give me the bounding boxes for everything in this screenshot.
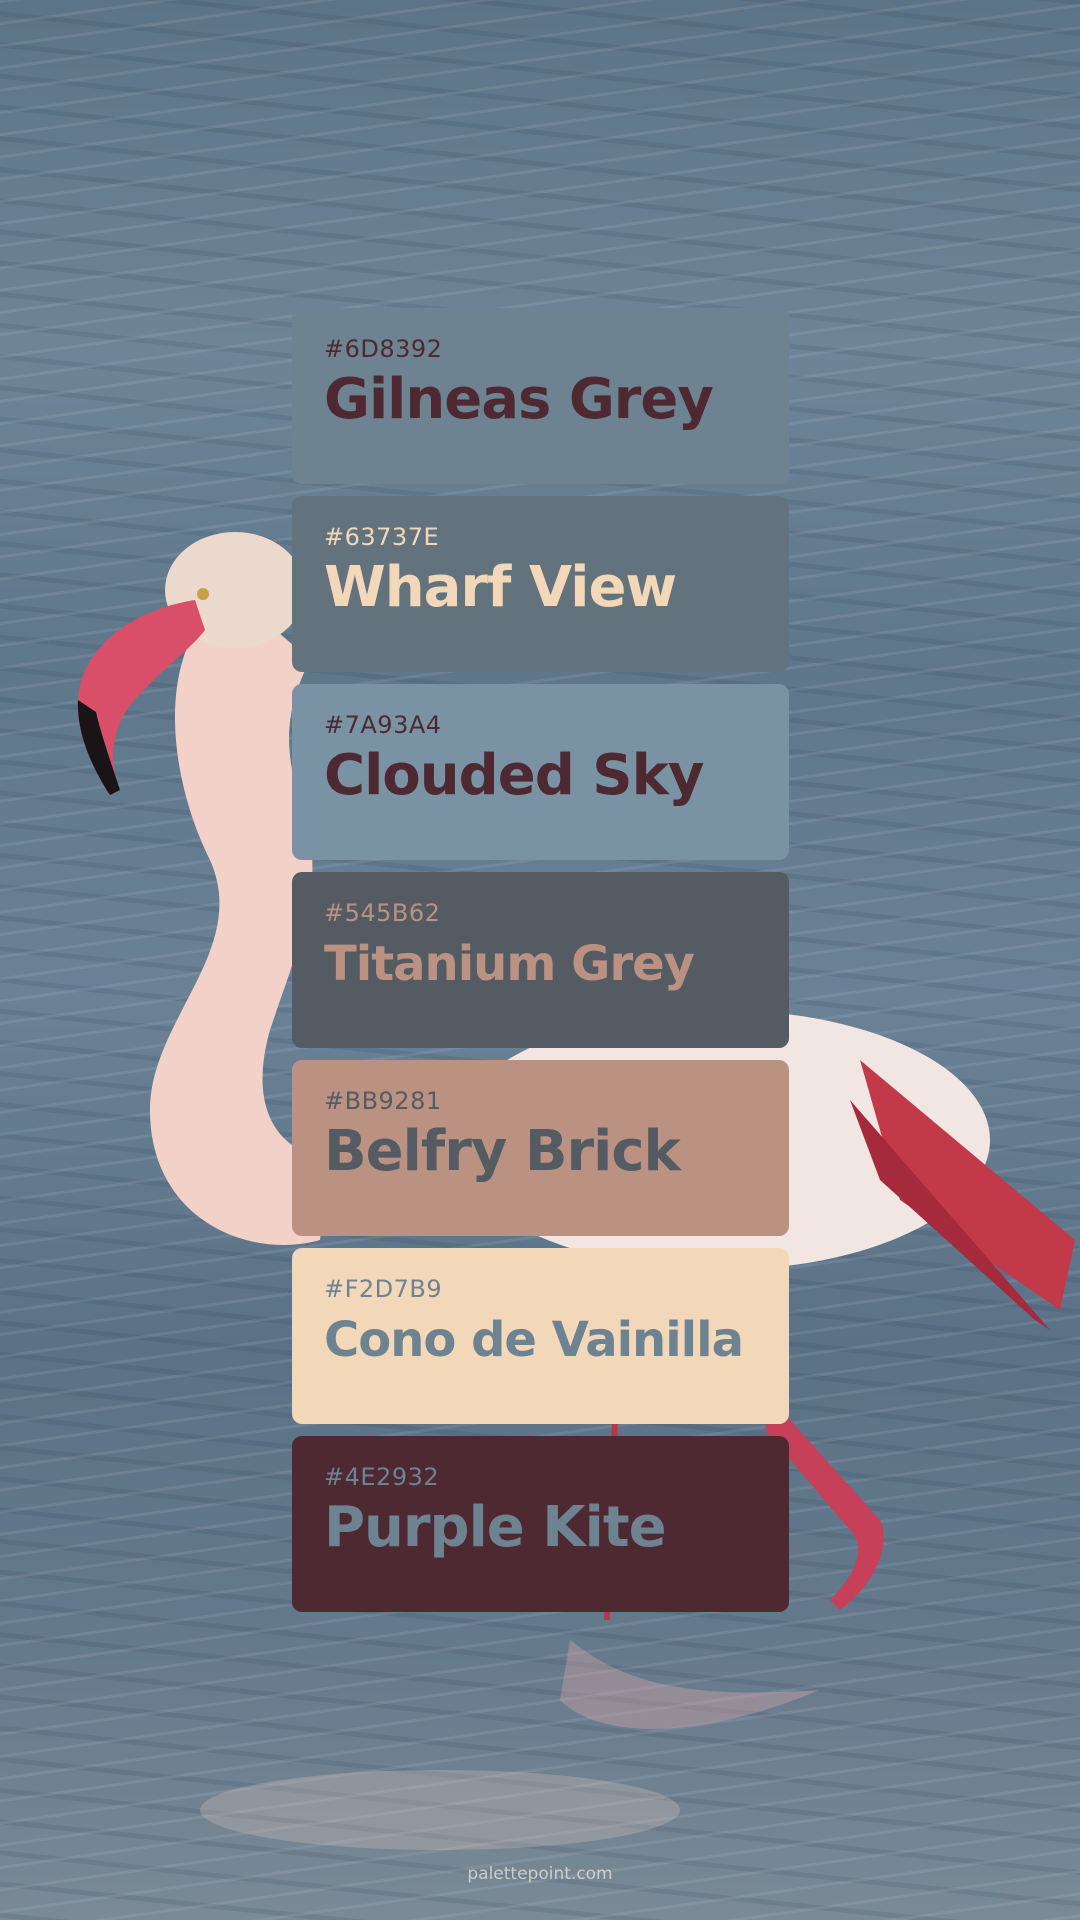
swatch-titanium-grey[interactable]: #545B62 Titanium Grey [292,872,789,1048]
palette-poster: #6D8392 Gilneas Grey #63737E Wharf View … [0,0,1080,1920]
swatch-wharf-view[interactable]: #63737E Wharf View [292,496,789,672]
swatch-hex: #6D8392 [324,335,443,363]
color-palette: #6D8392 Gilneas Grey #63737E Wharf View … [292,308,789,1624]
swatch-hex: #63737E [324,523,440,551]
site-credit[interactable]: palettepoint.com [0,1864,1080,1884]
swatch-purple-kite[interactable]: #4E2932 Purple Kite [292,1436,789,1612]
swatch-name: Clouded Sky [324,743,704,808]
swatch-cono-de-vainilla[interactable]: #F2D7B9 Cono de Vainilla [292,1248,789,1424]
swatch-hex: #545B62 [324,899,441,927]
swatch-hex: #BB9281 [324,1087,442,1115]
swatch-name: Cono de Vainilla [324,1312,744,1368]
swatch-hex: #F2D7B9 [324,1275,443,1303]
swatch-hex: #7A93A4 [324,711,442,739]
swatch-name: Purple Kite [324,1495,667,1560]
swatch-name: Belfry Brick [324,1119,681,1184]
swatch-name: Titanium Grey [324,936,695,992]
swatch-hex: #4E2932 [324,1463,440,1491]
swatch-belfry-brick[interactable]: #BB9281 Belfry Brick [292,1060,789,1236]
swatch-clouded-sky[interactable]: #7A93A4 Clouded Sky [292,684,789,860]
swatch-gilneas-grey[interactable]: #6D8392 Gilneas Grey [292,308,789,484]
swatch-name: Gilneas Grey [324,367,714,432]
swatch-name: Wharf View [324,555,677,620]
